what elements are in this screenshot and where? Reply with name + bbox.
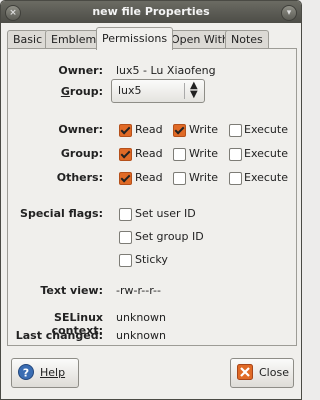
owner-value: lux5 - Lu Xiaofeng (116, 64, 216, 77)
group-execute-checkbox[interactable] (229, 148, 242, 161)
others-write-label: Write (189, 171, 219, 184)
others-execute-label: Execute (244, 171, 288, 184)
owner-execute-checkbox[interactable] (229, 124, 242, 137)
help-button[interactable]: ? Help (11, 358, 79, 388)
window-menu-icon[interactable]: ▾ (281, 5, 297, 21)
set-group-id-label: Set group ID (135, 230, 204, 243)
group-write-checkbox[interactable] (173, 148, 186, 161)
set-user-id-checkbox[interactable] (119, 208, 132, 221)
tab-basic[interactable]: Basic (7, 30, 49, 49)
group-select[interactable]: lux5 ▲ ▼ (111, 79, 205, 103)
close-button-label: Close (259, 366, 289, 379)
close-button[interactable]: Close (230, 358, 294, 388)
close-icon (237, 364, 253, 380)
properties-window: × new file Properties ▾ Basic Emblems Pe… (0, 0, 302, 400)
title-bar[interactable]: × new file Properties ▾ (1, 1, 301, 23)
sticky-checkbox[interactable] (119, 254, 132, 267)
close-window-icon[interactable]: × (5, 5, 21, 21)
window-title: new file Properties (92, 5, 210, 18)
others-read-checkbox[interactable] (119, 172, 132, 185)
group-select-value: lux5 (118, 84, 142, 97)
text-view-label: Text view: (40, 284, 103, 297)
owner-write-label: Write (189, 123, 219, 136)
special-flags-label: Special flags: (20, 207, 103, 220)
group-read-checkbox[interactable] (119, 148, 132, 161)
updown-arrow-icon: ▲ ▼ (190, 80, 198, 100)
tab-notes[interactable]: Notes (225, 30, 269, 49)
last-changed-label: Last changed: (15, 329, 103, 342)
help-button-label: Help (40, 366, 66, 379)
owner-read-checkbox[interactable] (119, 124, 132, 137)
owner-write-checkbox[interactable] (173, 124, 186, 137)
perm-owner-label: Owner: (58, 123, 103, 136)
help-icon: ? (18, 364, 34, 380)
others-write-checkbox[interactable] (173, 172, 186, 185)
perm-group-label: Group: (60, 147, 103, 160)
tab-permissions[interactable]: Permissions (96, 27, 174, 50)
selinux-value: unknown (116, 311, 166, 324)
text-view-value: -rw-r--r-- (116, 284, 161, 297)
others-execute-checkbox[interactable] (229, 172, 242, 185)
sticky-label: Sticky (135, 253, 168, 266)
others-read-label: Read (135, 171, 163, 184)
group-label: Group: (60, 85, 103, 98)
tab-bar: Basic Emblems Permissions Open With Note… (7, 27, 297, 50)
group-execute-label: Execute (244, 147, 288, 160)
last-changed-value: unknown (116, 329, 166, 342)
set-group-id-checkbox[interactable] (119, 231, 132, 244)
group-read-label: Read (135, 147, 163, 160)
svg-text:?: ? (23, 367, 29, 380)
perm-others-label: Others: (56, 171, 103, 184)
owner-execute-label: Execute (244, 123, 288, 136)
owner-label: Owner: (58, 64, 103, 77)
set-user-id-label: Set user ID (135, 207, 196, 220)
group-write-label: Write (189, 147, 219, 160)
owner-read-label: Read (135, 123, 163, 136)
